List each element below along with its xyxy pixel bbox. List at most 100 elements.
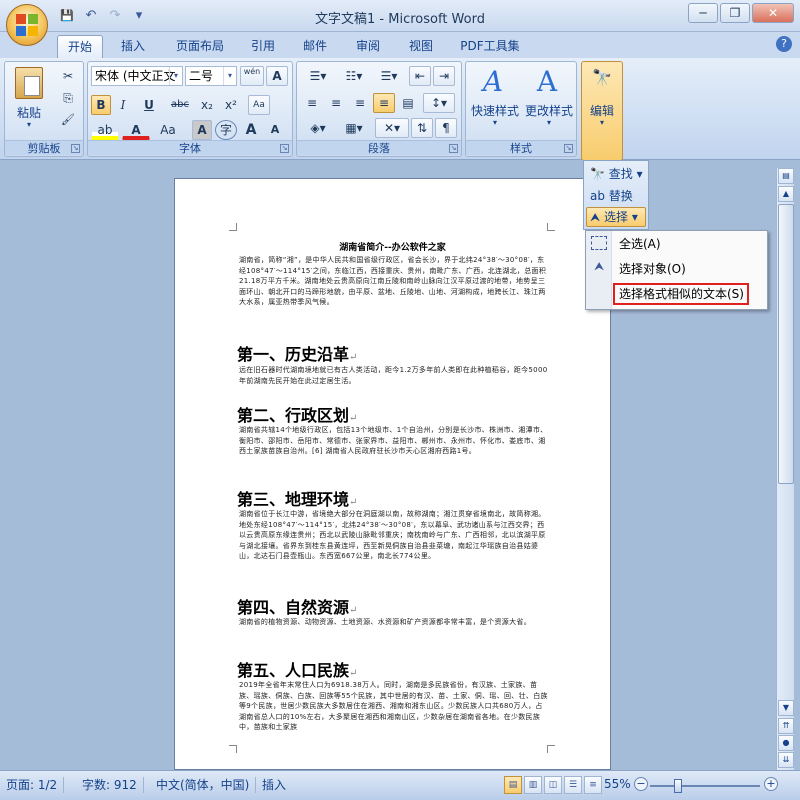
- tab-references[interactable]: 引用: [240, 35, 286, 58]
- browse-object-icon[interactable]: ●: [778, 735, 794, 751]
- character-border-button[interactable]: A: [266, 66, 288, 86]
- shading-icon[interactable]: ◈▾: [301, 118, 335, 138]
- justify-icon[interactable]: ≡: [373, 93, 395, 113]
- multilevel-list-icon[interactable]: ☰▾: [373, 66, 405, 86]
- enclose-characters-button[interactable]: 字: [215, 120, 237, 140]
- tab-home[interactable]: 开始: [57, 35, 103, 58]
- tab-insert[interactable]: 插入: [110, 35, 156, 58]
- scroll-up-icon[interactable]: ▲: [778, 186, 794, 202]
- paste-dropdown-icon[interactable]: ▾: [11, 120, 47, 129]
- previous-page-icon[interactable]: ⇈: [778, 718, 794, 734]
- format-painter-icon[interactable]: 🖌: [57, 110, 79, 130]
- paste-button[interactable]: 粘贴: [11, 104, 47, 121]
- subscript-button[interactable]: x₂: [196, 95, 218, 115]
- distributed-icon[interactable]: ▤: [397, 93, 419, 113]
- full-screen-reading-icon[interactable]: ▥: [524, 776, 542, 794]
- ruler-toggle-icon[interactable]: ▤: [778, 168, 794, 184]
- clipboard-launcher-icon[interactable]: ↘: [71, 144, 80, 153]
- word-count[interactable]: 字数: 912: [76, 777, 144, 793]
- change-case-button[interactable]: Aa: [154, 120, 182, 140]
- find-button[interactable]: 🔭 查找 ▾: [586, 164, 646, 184]
- styles-launcher-icon[interactable]: ↘: [564, 144, 573, 153]
- chevron-down-icon[interactable]: ▾: [522, 118, 576, 127]
- menu-item-select-objects[interactable]: 选择对象(O): [615, 258, 686, 280]
- increase-indent-icon[interactable]: ⇥: [433, 66, 455, 86]
- minimize-button[interactable]: ─: [688, 3, 718, 23]
- quick-styles-button[interactable]: 快速样式: [468, 102, 522, 119]
- numbering-icon[interactable]: ☷▾: [337, 66, 371, 86]
- paste-icon[interactable]: [15, 67, 43, 99]
- decrease-indent-icon[interactable]: ⇤: [409, 66, 431, 86]
- italic-button[interactable]: I: [113, 95, 133, 115]
- close-button[interactable]: ✕: [752, 3, 794, 23]
- borders-icon[interactable]: ▦▾: [337, 118, 371, 138]
- select-button[interactable]: ⮝ 选择 ▾: [586, 207, 646, 227]
- bold-button[interactable]: B: [91, 95, 111, 115]
- menu-item-select-similar-formatting[interactable]: 选择格式相似的文本(S): [613, 283, 749, 305]
- menu-item-select-all[interactable]: 全选(A): [615, 233, 661, 255]
- shrink-font-button[interactable]: A: [264, 120, 286, 140]
- line-spacing-icon[interactable]: ↕▾: [423, 93, 455, 113]
- align-right-icon[interactable]: ≡: [349, 93, 371, 113]
- chinese-layout-icon[interactable]: ✕▾: [375, 118, 409, 138]
- zoom-out-icon[interactable]: −: [634, 777, 648, 791]
- chevron-down-icon[interactable]: ▾: [582, 118, 622, 127]
- editing-button[interactable]: 编辑: [582, 102, 622, 119]
- restore-button[interactable]: ❐: [720, 3, 750, 23]
- sort-icon[interactable]: ⇅: [411, 118, 433, 138]
- bullets-icon[interactable]: ☰▾: [301, 66, 335, 86]
- chevron-down-icon[interactable]: ▾: [169, 67, 182, 85]
- paragraph-launcher-icon[interactable]: ↘: [449, 144, 458, 153]
- tab-page-layout[interactable]: 页面布局: [165, 35, 235, 58]
- character-shading-button[interactable]: A: [192, 120, 212, 140]
- print-layout-icon[interactable]: ▤: [504, 776, 522, 794]
- zoom-slider-track[interactable]: [650, 785, 760, 787]
- underline-button[interactable]: U: [135, 95, 163, 115]
- zoom-level[interactable]: 55%: [604, 777, 631, 791]
- office-button[interactable]: [6, 4, 48, 46]
- next-page-icon[interactable]: ⇊: [778, 752, 794, 768]
- strikethrough-button[interactable]: abc: [166, 95, 194, 115]
- scroll-down-icon[interactable]: ▼: [778, 700, 794, 716]
- tab-pdf-tools[interactable]: PDF工具集: [452, 35, 528, 58]
- grow-font-button[interactable]: A: [240, 120, 262, 140]
- chevron-down-icon[interactable]: ▾: [468, 118, 522, 127]
- window-controls: ─ ❐ ✕: [688, 3, 794, 23]
- tab-review[interactable]: 审阅: [345, 35, 391, 58]
- chevron-down-icon[interactable]: ▾: [223, 67, 236, 85]
- font-size-combo[interactable]: 二号 ▾: [185, 66, 237, 86]
- tab-view[interactable]: 视图: [398, 35, 444, 58]
- vertical-scrollbar[interactable]: ▤ ▲ ▼ ⇈ ● ⇊: [776, 168, 794, 770]
- phonetic-guide-button[interactable]: wén: [240, 66, 264, 86]
- quick-styles-icon[interactable]: A: [478, 65, 508, 99]
- scroll-thumb[interactable]: [778, 204, 794, 484]
- page-count[interactable]: 页面: 1/2: [0, 777, 65, 793]
- show-marks-icon[interactable]: ¶: [435, 118, 457, 138]
- change-styles-icon[interactable]: A: [532, 65, 562, 99]
- cut-icon[interactable]: ✂: [57, 66, 79, 86]
- help-icon[interactable]: ?: [776, 36, 792, 52]
- administrative-paragraph: 湖南省共辖14个地级行政区，包括13个地级市、1个自治州，分别是长沙市、株洲市、…: [239, 426, 548, 455]
- editing-group[interactable]: 🔭 编辑 ▾: [581, 61, 623, 161]
- font-color-button[interactable]: A: [122, 120, 150, 140]
- align-left-icon[interactable]: ≡: [301, 93, 323, 113]
- outline-icon[interactable]: ☰: [564, 776, 582, 794]
- superscript-button[interactable]: x²: [220, 95, 242, 115]
- tab-mailings[interactable]: 邮件: [292, 35, 338, 58]
- zoom-in-icon[interactable]: +: [764, 777, 778, 791]
- draft-icon[interactable]: ≡: [584, 776, 602, 794]
- change-styles-button[interactable]: 更改样式: [522, 102, 576, 119]
- highlight-button[interactable]: ab: [91, 120, 119, 140]
- copy-icon[interactable]: ⎘: [57, 88, 79, 108]
- align-center-icon[interactable]: ≡: [325, 93, 347, 113]
- document-page[interactable]: 湖南省简介--办公软件之家 湖南省，简称“湘”，是中华人民共和国省级行政区，省会…: [174, 178, 611, 770]
- font-family-combo[interactable]: 宋体 (中文正文 ▾: [91, 66, 183, 86]
- clear-formatting-button[interactable]: Aa: [248, 95, 270, 115]
- font-launcher-icon[interactable]: ↘: [280, 144, 289, 153]
- replace-button[interactable]: ab 替换: [586, 186, 646, 206]
- insert-mode[interactable]: 插入: [256, 777, 292, 793]
- paragraph-group-label: 段落: [297, 140, 461, 155]
- language[interactable]: 中文(简体，中国): [150, 777, 257, 793]
- zoom-slider-thumb[interactable]: [673, 779, 682, 793]
- web-layout-icon[interactable]: ◫: [544, 776, 562, 794]
